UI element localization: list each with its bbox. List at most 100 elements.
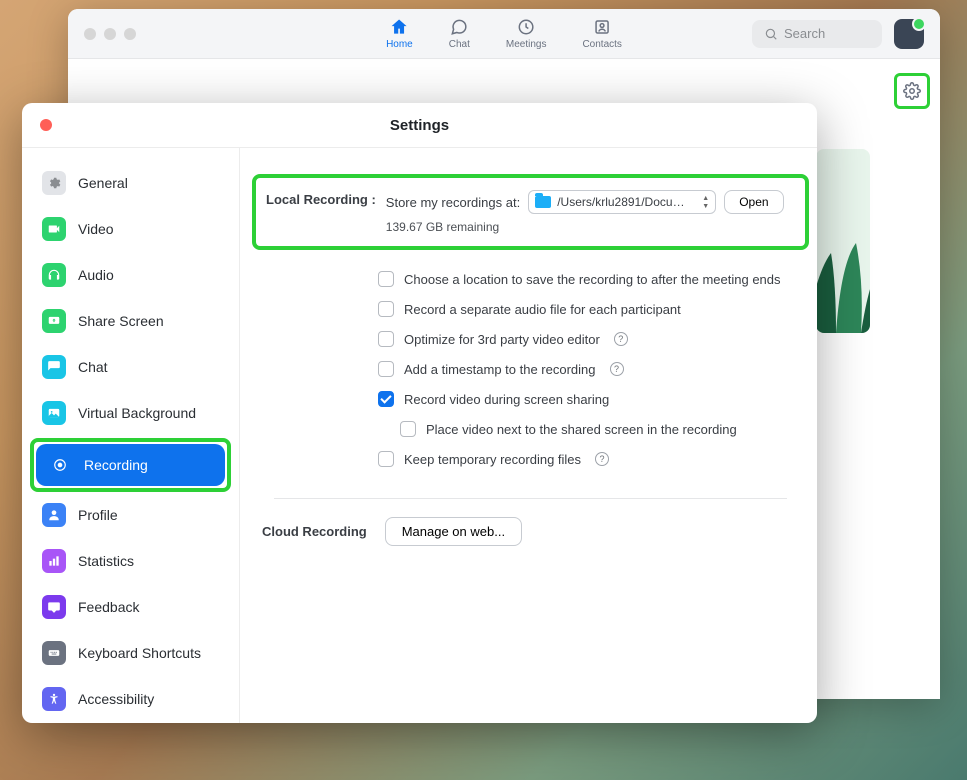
checkbox-record_video_screen[interactable] bbox=[378, 391, 394, 407]
option-label: Place video next to the shared screen in… bbox=[426, 422, 737, 437]
folder-icon bbox=[535, 196, 551, 208]
nav-label: Contacts bbox=[582, 39, 621, 50]
sidebar-item-keyboard_shortcuts[interactable]: Keyboard Shortcuts bbox=[30, 632, 231, 674]
option-label: Keep temporary recording files bbox=[404, 452, 581, 467]
feedback-icon bbox=[42, 595, 66, 619]
search-placeholder: Search bbox=[784, 26, 825, 41]
sidebar-item-label: Keyboard Shortcuts bbox=[78, 645, 201, 661]
settings-title: Settings bbox=[390, 117, 449, 134]
stepper-icon: ▲▼ bbox=[702, 195, 709, 210]
sidebar-item-label: General bbox=[78, 175, 128, 191]
option-label: Record a separate audio file for each pa… bbox=[404, 302, 681, 317]
contacts-icon bbox=[592, 17, 612, 37]
help-icon[interactable]: ? bbox=[610, 362, 624, 376]
sidebar-item-share_screen[interactable]: Share Screen bbox=[30, 300, 231, 342]
settings-gear-button[interactable] bbox=[894, 73, 930, 109]
checkbox-keep_temp[interactable] bbox=[378, 451, 394, 467]
user-icon bbox=[42, 503, 66, 527]
background-card bbox=[816, 149, 870, 333]
close-window-button[interactable] bbox=[84, 28, 96, 40]
nav-home[interactable]: Home bbox=[386, 17, 413, 50]
search-input[interactable]: Search bbox=[752, 20, 882, 48]
checkbox-place_video_next[interactable] bbox=[400, 421, 416, 437]
nav-chat[interactable]: Chat bbox=[449, 17, 470, 50]
settings-window: Settings General Video Audio Share Screen Ch… bbox=[22, 103, 817, 723]
sidebar-item-accessibility[interactable]: Accessibility bbox=[30, 678, 231, 720]
storage-remaining: 139.67 GB remaining bbox=[386, 220, 795, 234]
sidebar-item-feedback[interactable]: Feedback bbox=[30, 586, 231, 628]
divider bbox=[274, 498, 787, 499]
nav-contacts[interactable]: Contacts bbox=[582, 17, 621, 50]
sidebar-item-label: Share Screen bbox=[78, 313, 164, 329]
option-label: Choose a location to save the recording … bbox=[404, 272, 781, 287]
settings-sidebar: General Video Audio Share Screen Chat Virtual… bbox=[22, 148, 240, 723]
chat-icon bbox=[42, 355, 66, 379]
minimize-window-button[interactable] bbox=[104, 28, 116, 40]
sidebar-item-audio[interactable]: Audio bbox=[30, 254, 231, 296]
image-icon bbox=[42, 401, 66, 425]
local-recording-heading: Local Recording : bbox=[266, 192, 376, 207]
checkbox-separate_audio[interactable] bbox=[378, 301, 394, 317]
option-choose_location: Choose a location to save the recording … bbox=[378, 264, 809, 294]
recording-path-select[interactable]: /Users/krlu2891/Docum… ▲▼ bbox=[528, 190, 716, 214]
help-icon[interactable]: ? bbox=[614, 332, 628, 346]
nav-label: Home bbox=[386, 39, 413, 50]
window-controls bbox=[84, 28, 136, 40]
settings-titlebar: Settings bbox=[22, 103, 817, 147]
nav-label: Meetings bbox=[506, 39, 547, 50]
option-record_video_screen: Record video during screen sharing bbox=[378, 384, 809, 414]
open-folder-button[interactable]: Open bbox=[724, 190, 783, 214]
gear-icon bbox=[903, 82, 921, 100]
option-separate_audio: Record a separate audio file for each pa… bbox=[378, 294, 809, 324]
sidebar-item-label: Statistics bbox=[78, 553, 134, 569]
sidebar-item-general[interactable]: General bbox=[30, 162, 231, 204]
sidebar-item-virtual_background[interactable]: Virtual Background bbox=[30, 392, 231, 434]
nav-meetings[interactable]: Meetings bbox=[506, 17, 547, 50]
option-place_video_next: Place video next to the shared screen in… bbox=[400, 414, 809, 444]
avatar[interactable] bbox=[894, 19, 924, 49]
main-titlebar: Home Chat Meetings Contacts bbox=[68, 9, 940, 59]
sidebar-item-label: Video bbox=[78, 221, 114, 237]
chat-icon bbox=[449, 17, 469, 37]
checkbox-optimize_3rd_party[interactable] bbox=[378, 331, 394, 347]
sidebar-item-label: Recording bbox=[84, 457, 148, 473]
option-optimize_3rd_party: Optimize for 3rd party video editor? bbox=[378, 324, 809, 354]
sidebar-item-chat[interactable]: Chat bbox=[30, 346, 231, 388]
nav-label: Chat bbox=[449, 39, 470, 50]
sidebar-item-profile[interactable]: Profile bbox=[30, 494, 231, 536]
record-icon bbox=[48, 453, 72, 477]
checkbox-choose_location[interactable] bbox=[378, 271, 394, 287]
sidebar-item-video[interactable]: Video bbox=[30, 208, 231, 250]
sidebar-item-label: Accessibility bbox=[78, 691, 154, 707]
option-label: Add a timestamp to the recording bbox=[404, 362, 596, 377]
sidebar-item-label: Profile bbox=[78, 507, 118, 523]
help-icon[interactable]: ? bbox=[595, 452, 609, 466]
sidebar-active-highlight: Recording bbox=[30, 438, 231, 492]
main-nav: Home Chat Meetings Contacts bbox=[386, 17, 622, 50]
option-keep_temp: Keep temporary recording files? bbox=[378, 444, 809, 474]
option-label: Optimize for 3rd party video editor bbox=[404, 332, 600, 347]
sidebar-item-label: Chat bbox=[78, 359, 108, 375]
keyboard-icon bbox=[42, 641, 66, 665]
search-icon bbox=[764, 27, 778, 41]
plant-illustration bbox=[816, 213, 870, 333]
manage-on-web-button[interactable]: Manage on web... bbox=[385, 517, 522, 546]
cloud-recording-heading: Cloud Recording bbox=[262, 524, 367, 539]
sidebar-item-label: Virtual Background bbox=[78, 405, 196, 421]
checkbox-timestamp[interactable] bbox=[378, 361, 394, 377]
clock-icon bbox=[516, 17, 536, 37]
share-icon bbox=[42, 309, 66, 333]
maximize-window-button[interactable] bbox=[124, 28, 136, 40]
home-icon bbox=[389, 17, 409, 37]
sidebar-item-label: Audio bbox=[78, 267, 114, 283]
stats-icon bbox=[42, 549, 66, 573]
sidebar-item-recording[interactable]: Recording bbox=[36, 444, 225, 486]
option-label: Record video during screen sharing bbox=[404, 392, 609, 407]
settings-content: Local Recording : Store my recordings at… bbox=[240, 148, 817, 723]
option-timestamp: Add a timestamp to the recording? bbox=[378, 354, 809, 384]
settings-body: General Video Audio Share Screen Chat Virtual… bbox=[22, 147, 817, 723]
sidebar-item-statistics[interactable]: Statistics bbox=[30, 540, 231, 582]
sidebar-item-label: Feedback bbox=[78, 599, 139, 615]
cloud-recording-section: Cloud Recording Manage on web... bbox=[252, 517, 809, 546]
close-settings-button[interactable] bbox=[40, 119, 52, 131]
